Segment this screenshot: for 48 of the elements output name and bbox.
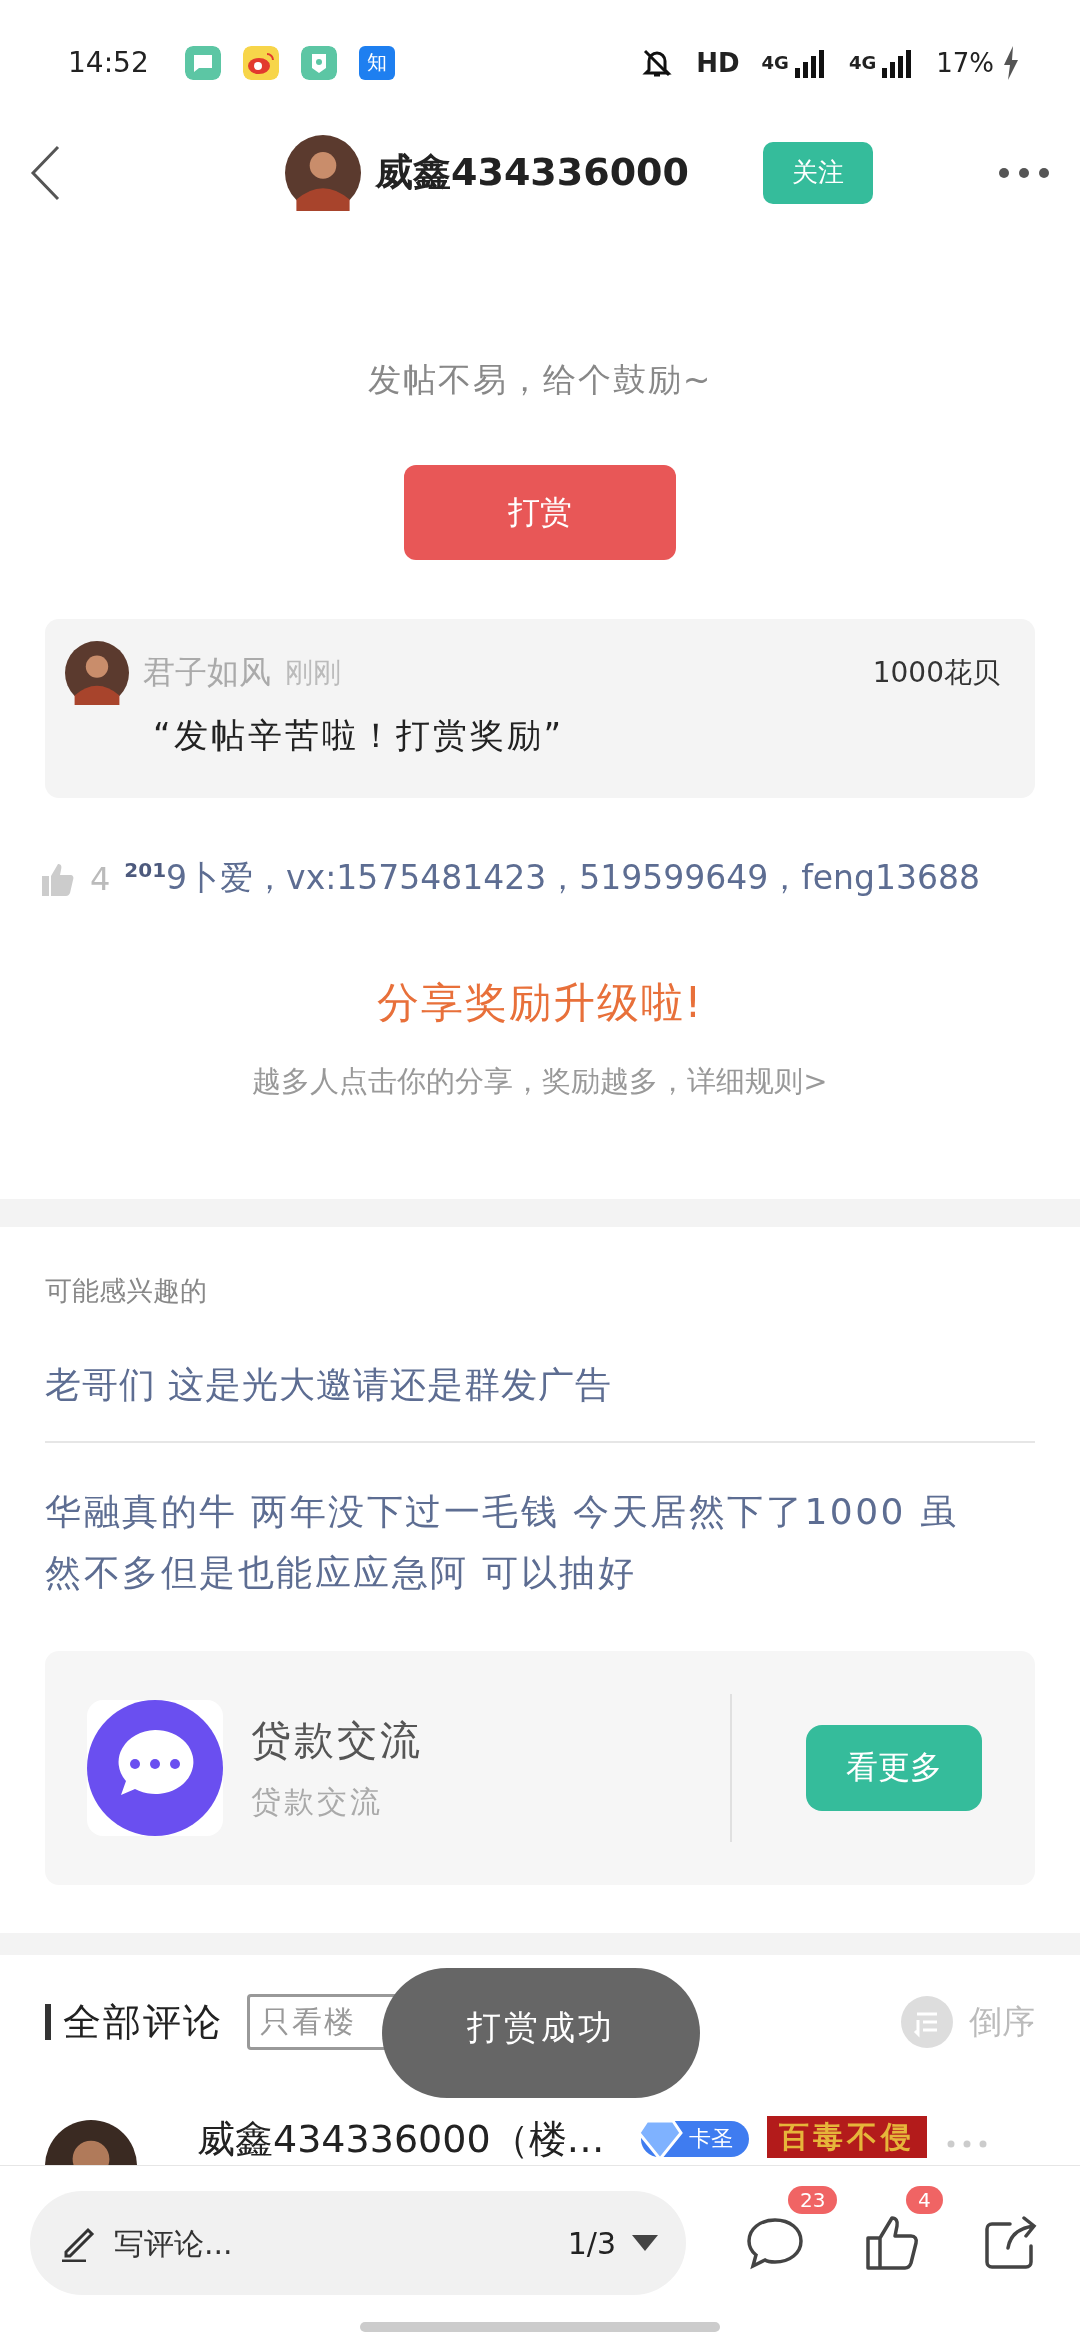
page-indicator: 1/3 xyxy=(567,2225,616,2261)
message-app-icon xyxy=(184,45,221,80)
related-post-link[interactable]: 华融真的牛 两年没下过一毛钱 今天居然下了1000 虽然不多但是也能应应急阿 可以抽好 xyxy=(45,1481,995,1603)
title-badge: 百毒不侵 xyxy=(766,2116,927,2158)
signature-text: $^{201}$9卜爱，vx:1575481423，519599649，feng13688 xyxy=(124,857,980,899)
app-logo: 知 xyxy=(358,45,395,80)
more-icon[interactable] xyxy=(998,166,1050,179)
follow-button[interactable]: 关注 xyxy=(763,141,873,204)
section-marker xyxy=(45,2004,51,2040)
reward-message: “发帖辛苦啦！打赏奖励” xyxy=(153,714,566,757)
chat-bubble-icon xyxy=(87,1700,223,1836)
group-name: 贷款交流 xyxy=(251,1716,424,1765)
group-card[interactable]: 贷款交流 贷款交流 看更多 xyxy=(45,1651,1035,1885)
battery-percent: 17% xyxy=(936,47,994,78)
dropdown-icon[interactable] xyxy=(632,2235,658,2251)
comment-input[interactable]: 写评论... xyxy=(112,2224,568,2262)
reward-time: 刚刚 xyxy=(285,655,341,691)
comment-author[interactable]: 威鑫434336000（楼… xyxy=(197,2114,605,2164)
toast-message: 打赏成功 xyxy=(382,1968,700,2098)
section-title: 可能感兴趣的 xyxy=(45,1274,208,1308)
avatar-icon xyxy=(285,134,361,211)
sort-button[interactable]: 倒序 xyxy=(901,1996,1035,2048)
thumbs-up-icon[interactable] xyxy=(40,861,76,896)
count-badge: 23 xyxy=(788,2186,838,2214)
reward-button[interactable]: 打赏 xyxy=(404,465,676,560)
back-icon[interactable] xyxy=(30,144,60,201)
group-description: 贷款交流 xyxy=(251,1783,384,1821)
see-more-button[interactable]: 看更多 xyxy=(806,1725,982,1811)
count-badge: 4 xyxy=(906,2186,943,2214)
eye-logo-icon xyxy=(242,45,279,80)
related-post-link[interactable]: 老哥们 这是光大邀请还是群发广告 xyxy=(45,1354,1035,1443)
reward-amount: 1000花贝 xyxy=(872,655,1000,691)
signal-icon xyxy=(792,47,827,78)
share-promo-title: 分享奖励升级啦! xyxy=(375,977,705,1029)
comments-title: 全部评论 xyxy=(63,1998,223,2046)
share-promo-link[interactable]: 越多人点击你的分享，奖励越多，详细规则> xyxy=(0,1062,1080,1102)
username[interactable]: 威鑫434336000 xyxy=(375,147,689,198)
sort-icon xyxy=(901,1996,953,2048)
rewarder-name: 君子如风 xyxy=(143,652,271,693)
network-type: 4G xyxy=(761,52,789,73)
wallet-app-icon xyxy=(300,45,337,80)
avatar-icon xyxy=(65,641,129,705)
hd-indicator: HD xyxy=(696,47,740,78)
charging-icon xyxy=(1002,45,1020,80)
status-time: 14:52 xyxy=(68,46,149,79)
reward-prompt: 发帖不易，给个鼓励~ xyxy=(366,359,714,401)
like-count: 4 xyxy=(90,859,111,898)
network-type: 4G xyxy=(848,52,877,73)
